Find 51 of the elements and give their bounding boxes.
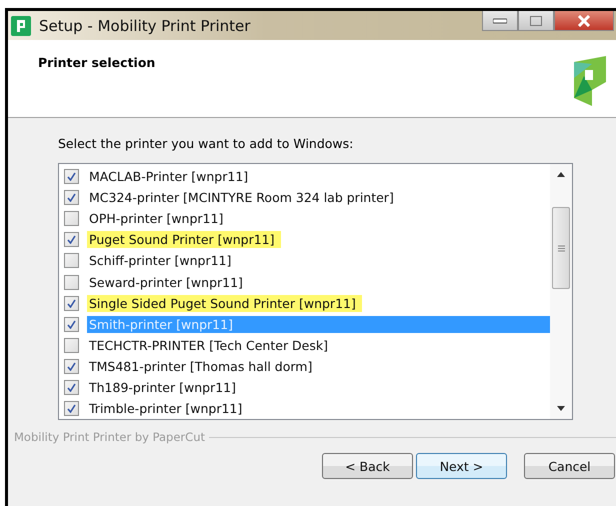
brand-label: Mobility Print Printer by PaperCut [14,430,205,444]
checkmark-icon [67,404,76,414]
checkbox[interactable] [64,316,79,332]
dialog-button[interactable]: Next > [416,453,507,479]
checkmark-icon [67,362,76,371]
checkbox[interactable] [64,380,79,395]
checkmark-icon [67,320,76,329]
close-button[interactable] [554,11,614,31]
app-logo-icon [11,16,31,36]
checkbox[interactable] [64,253,79,268]
checkbox[interactable] [64,401,79,416]
checkbox[interactable] [64,211,79,226]
checkmark-icon [67,193,76,202]
printer-item[interactable]: MC324-printer [MCINTYRE Room 324 lab printer] [87,189,396,206]
checkbox[interactable] [64,232,79,248]
checkbox[interactable] [64,358,79,374]
minimize-button[interactable] [482,11,518,31]
page-title: Printer selection [38,55,156,70]
checkbox[interactable] [64,190,79,206]
dialog-button[interactable]: < Back [322,453,413,479]
printer-item[interactable]: Trimble-printer [wnpr11] [87,400,244,418]
printer-item[interactable]: Puget Sound Printer [wnpr11] [87,231,281,248]
checkbox[interactable] [64,169,79,184]
scroll-thumb[interactable] [552,207,570,289]
checkmark-icon [67,382,76,392]
minimize-icon [493,18,507,24]
scroll-up-icon [557,172,565,177]
checkmark-icon [67,235,76,244]
maximize-button[interactable] [518,11,554,31]
checkmark-icon [67,298,76,308]
window-title: Setup - Mobility Print Printer [39,16,252,34]
instruction-text: Select the printer you want to add to Windows: [58,136,354,151]
printer-item[interactable]: TMS481-printer [Thomas hall dorm] [87,358,314,375]
printer-item[interactable]: Th189-printer [wnpr11] [87,378,238,396]
scrollbar[interactable] [550,164,572,419]
scroll-down-icon [557,406,565,411]
printer-item[interactable]: MACLAB-Printer [wnpr11] [87,168,250,186]
grip-icon [558,244,564,252]
printer-item[interactable]: Single Sided Puget Sound Printer [wnpr11] [87,294,362,312]
checkbox[interactable] [64,338,79,353]
dialog-button[interactable]: Cancel [524,453,615,479]
close-icon [577,14,591,26]
maximize-icon [530,16,542,26]
checkmark-icon [67,172,76,182]
printer-item[interactable]: Schiff-printer [wnpr11] [87,252,234,270]
printer-item[interactable]: OPH-printer [wnpr11] [87,210,226,228]
printer-item[interactable]: Seward-printer [wnpr11] [87,274,245,291]
printer-item[interactable]: TECHCTR-PRINTER [Tech Center Desk] [87,336,330,354]
logo-icon [572,56,606,106]
checkbox[interactable] [64,296,79,311]
checkbox[interactable] [64,274,79,290]
